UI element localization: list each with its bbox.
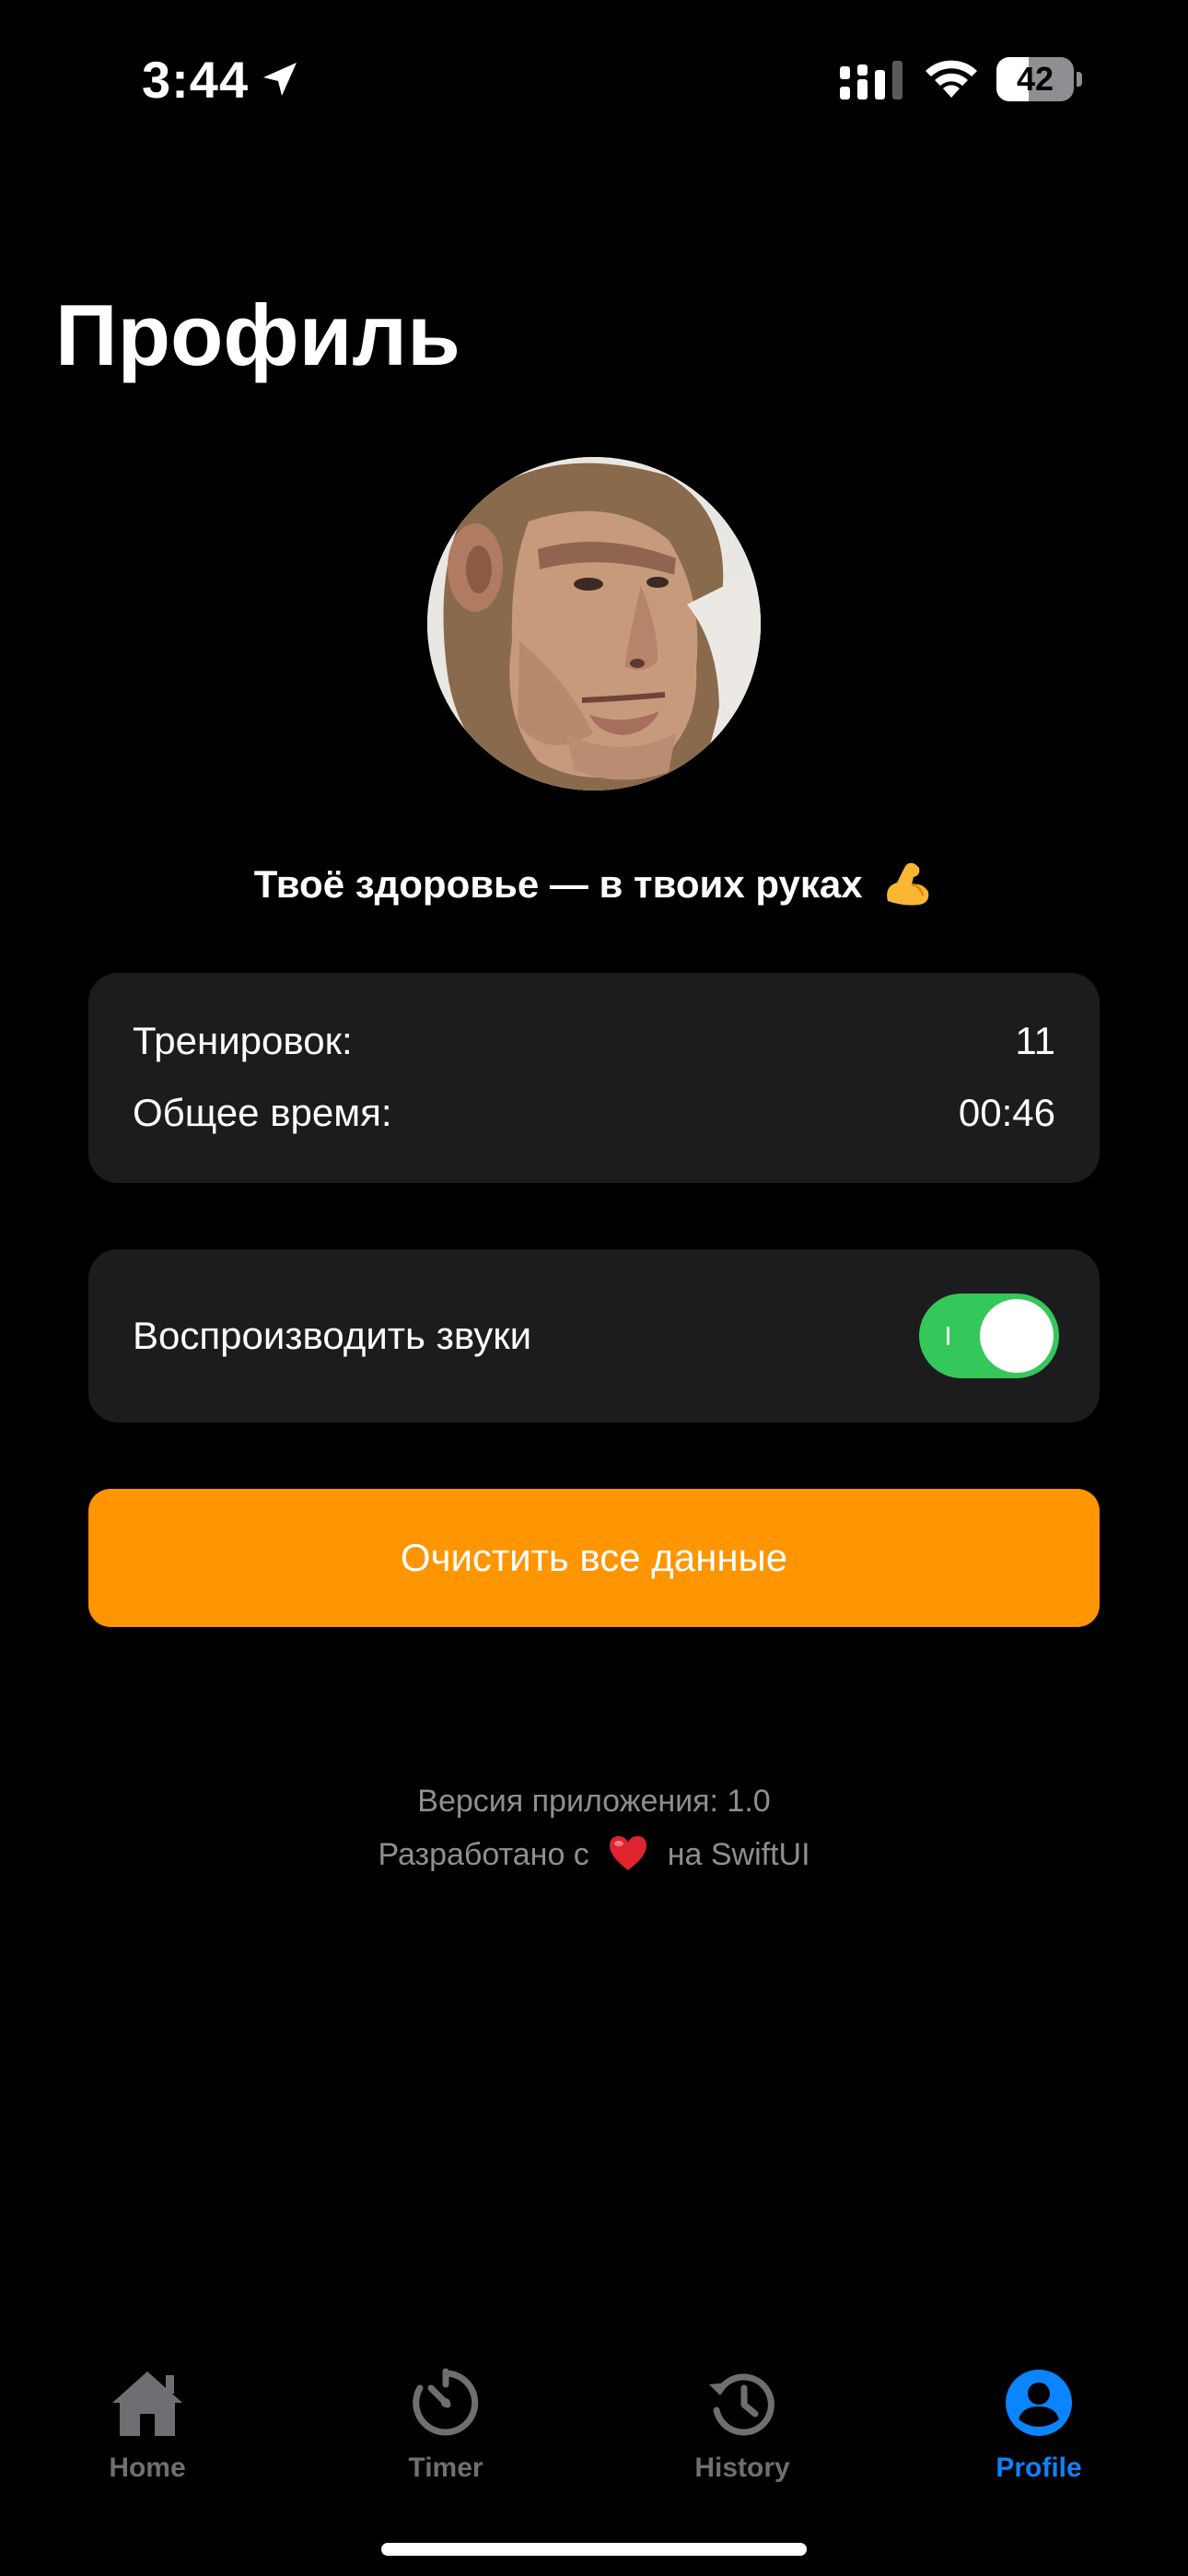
battery-level: 42: [1016, 60, 1054, 98]
tab-history-label: History: [694, 2453, 790, 2483]
history-icon: [709, 2373, 775, 2436]
tab-timer-label: Timer: [408, 2453, 483, 2483]
location-arrow-icon: [263, 63, 297, 96]
tab-history[interactable]: History: [641, 2340, 844, 2488]
sound-settings-card: Воспроизводить звуки: [88, 1249, 1100, 1423]
tab-home-label: Home: [109, 2453, 186, 2483]
tab-timer[interactable]: Timer: [344, 2340, 547, 2488]
tab-bar: Home Timer History Profile: [0, 2340, 1188, 2576]
motto-text: Твоё здоровье — в твоих руках: [0, 855, 1188, 908]
profile-screen: 3:44 42 Профиль Твоё здоровье — в твоих …: [0, 0, 1188, 2576]
page-title: Профиль: [55, 287, 460, 383]
battery-indicator: 42: [996, 57, 1082, 101]
clear-data-button[interactable]: Очистить все данные: [88, 1489, 1100, 1627]
sound-label: Воспроизводить звуки: [133, 1314, 532, 1357]
flexed-biceps-icon: [887, 862, 929, 906]
home-indicator[interactable]: [381, 2543, 807, 2556]
toggle-on-indicator: [947, 1327, 949, 1345]
avatar-image: [427, 457, 761, 790]
stats-card: Тренировок: 11 Общее время: 00:46: [88, 973, 1100, 1183]
total-time-row: Общее время: 00:46: [133, 1085, 1055, 1141]
tab-home[interactable]: Home: [46, 2340, 249, 2488]
heart-icon: [610, 1836, 647, 1870]
person-circle-icon: [1006, 2370, 1072, 2436]
tab-profile-label: Profile: [996, 2453, 1082, 2483]
workouts-value: 11: [1015, 1019, 1055, 1062]
made-with-text: Разработано с на SwiftUI: [0, 1833, 1188, 1873]
avatar: [427, 457, 761, 790]
status-time: 3:44: [142, 51, 250, 109]
wifi-icon: [926, 60, 977, 98]
workouts-label: Тренировок:: [133, 1019, 353, 1062]
motto-label: Твоё здоровье — в твоих руках: [253, 862, 863, 906]
total-time-value: 00:46: [958, 1091, 1055, 1134]
toggle-knob: [980, 1299, 1054, 1373]
total-time-label: Общее время:: [133, 1091, 392, 1134]
tab-profile[interactable]: Profile: [938, 2340, 1140, 2488]
cellular-signal-icon: [840, 61, 903, 100]
made-with-prefix: Разработано с: [378, 1837, 589, 1872]
app-version-text: Версия приложения: 1.0: [417, 1784, 771, 1819]
status-bar: 3:44 42: [0, 0, 1188, 157]
made-with-suffix: на SwiftUI: [667, 1837, 810, 1872]
sound-toggle[interactable]: [919, 1294, 1059, 1378]
timer-icon: [413, 2368, 479, 2436]
workouts-row: Тренировок: 11: [133, 1013, 1055, 1069]
house-icon: [112, 2371, 182, 2436]
